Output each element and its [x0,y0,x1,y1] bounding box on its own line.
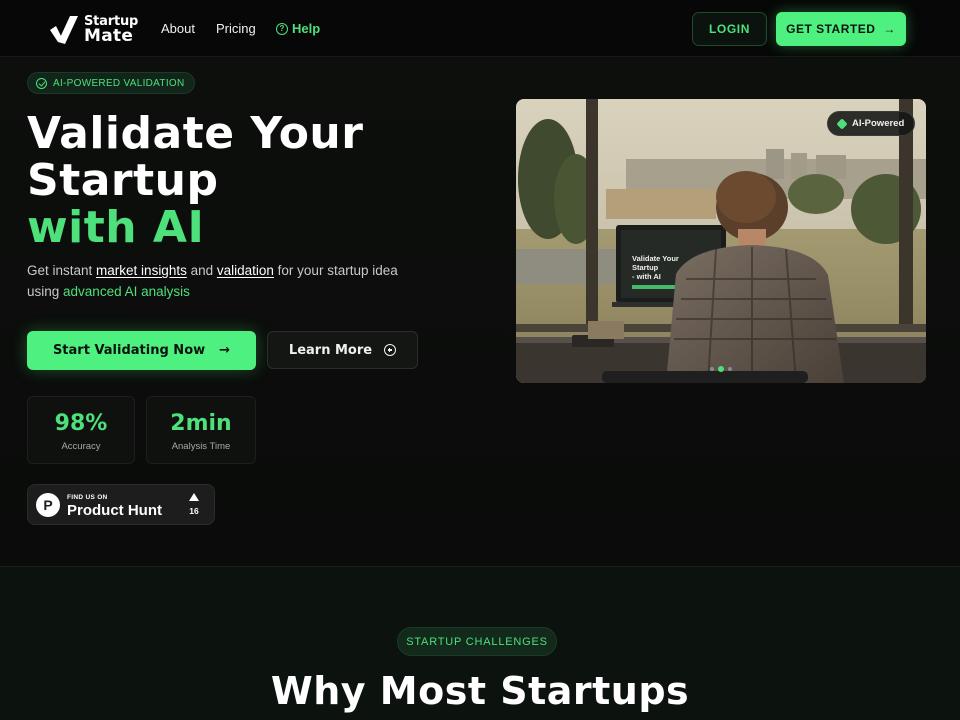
stat-label: Analysis Time [171,441,231,452]
upvote-count: 16 [189,506,199,516]
login-button[interactable]: LOGIN [692,12,767,46]
learn-more-button[interactable]: Learn More [267,331,418,369]
stat-value: 98% [54,411,108,436]
headline-line1: Validate Your [27,108,364,159]
start-validating-button[interactable]: Start Validating Now → [27,331,256,370]
stat-analysis-time: 2min Analysis Time [146,396,256,464]
plus-circle-icon [384,344,397,356]
subtext-prefix: Get instant [27,263,97,278]
svg-text:Validate Your: Validate Your [632,254,679,263]
hero-image: Validate Your Startup - with AI [516,99,926,383]
logo-mark-icon [48,12,82,46]
logo[interactable]: Startup Mate [48,12,138,46]
nav-link-pricing[interactable]: Pricing [216,21,256,36]
svg-text:- with AI: - with AI [632,272,661,281]
check-circle-icon [36,77,47,89]
nav-link-help-label: Help [292,21,321,36]
get-started-label: GET STARTED [786,22,876,36]
product-hunt-name: Product Hunt [67,502,162,519]
headline-line2: Startup [27,155,219,206]
logo-line2: Mate [84,26,134,46]
stat-value: 2min [170,411,232,436]
section-title: Why Most Startups [270,669,690,713]
arrow-right-icon: → [883,22,896,36]
headline-line3: with AI [27,202,205,253]
ai-powered-label: AI-Powered [852,118,905,129]
market-insights-link[interactable]: market insights [96,263,187,278]
subtext-highlight: advanced AI analysis [63,284,190,299]
challenges-section: STARTUP CHALLENGES Why Most Startups [0,566,960,720]
validation-link[interactable]: validation [217,263,274,278]
nav-link-help[interactable]: ? Help [276,21,320,36]
challenges-badge: STARTUP CHALLENGES [397,627,557,656]
product-hunt-icon: P [36,493,60,517]
stat-accuracy: 98% Accuracy [27,396,135,464]
badge-label: AI-POWERED VALIDATION [53,77,185,89]
top-navbar: Startup Mate About Pricing ? Help LOGIN … [0,0,960,57]
layers-icon [836,117,848,130]
hero-subtext: Get instant market insights and validati… [27,260,417,302]
learn-more-label: Learn More [288,342,373,358]
ai-validation-badge: AI-POWERED VALIDATION [27,72,195,94]
product-hunt-small: FIND US ON [67,494,108,501]
product-hunt-badge[interactable]: P FIND US ON Product Hunt 16 [27,484,215,525]
subtext-mid: and [186,263,217,278]
get-started-button[interactable]: GET STARTED → [776,12,906,46]
start-validating-label: Start Validating Now [52,343,206,358]
arrow-right-icon: → [219,343,231,358]
nav-link-about[interactable]: About [161,21,195,36]
ai-powered-badge: AI-Powered [827,111,916,136]
stat-label: Accuracy [61,441,101,452]
question-circle-icon: ? [276,22,288,35]
upvote-triangle-icon [189,493,199,501]
hero-headline: Validate Your Startup with AI [27,110,363,251]
svg-text:Startup: Startup [632,263,659,272]
